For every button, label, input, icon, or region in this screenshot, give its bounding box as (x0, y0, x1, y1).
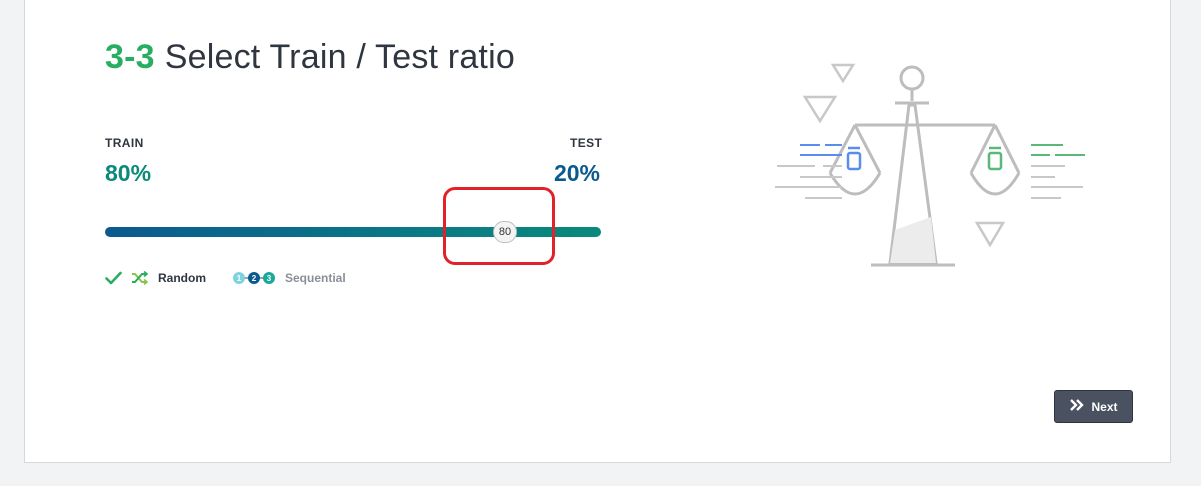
train-label: TRAIN (105, 136, 144, 150)
chevron-double-right-icon (1069, 399, 1085, 414)
svg-text:1: 1 (237, 274, 242, 283)
next-label: Next (1091, 399, 1118, 414)
next-button[interactable]: Next (1054, 390, 1133, 423)
ratio-slider-track[interactable] (105, 227, 601, 237)
train-percentage: 80% (105, 160, 152, 186)
svg-text:2: 2 (252, 274, 257, 283)
test-percentage: 20% (553, 160, 600, 186)
balance-scale-illustration (745, 55, 1087, 280)
page-title: 3-3 Select Train / Test ratio (105, 38, 515, 77)
test-label: TEST (570, 136, 603, 150)
step-number: 3-3 (105, 38, 155, 76)
content-card: 3-3 Select Train / Test ratio TRAIN TEST … (24, 0, 1171, 463)
shuffle-icon (131, 271, 148, 285)
sequence-icon: 1 2 3 (233, 271, 276, 285)
random-option[interactable]: Random (105, 271, 206, 285)
svg-text:3: 3 (267, 274, 272, 283)
random-label: Random (158, 271, 206, 285)
check-icon (105, 271, 122, 285)
sequential-label: Sequential (285, 271, 346, 285)
title-text: Select Train / Test ratio (164, 38, 515, 76)
ratio-slider-thumb[interactable]: 80 (493, 221, 517, 243)
sequential-option[interactable]: 1 2 3 Sequential (233, 271, 346, 285)
